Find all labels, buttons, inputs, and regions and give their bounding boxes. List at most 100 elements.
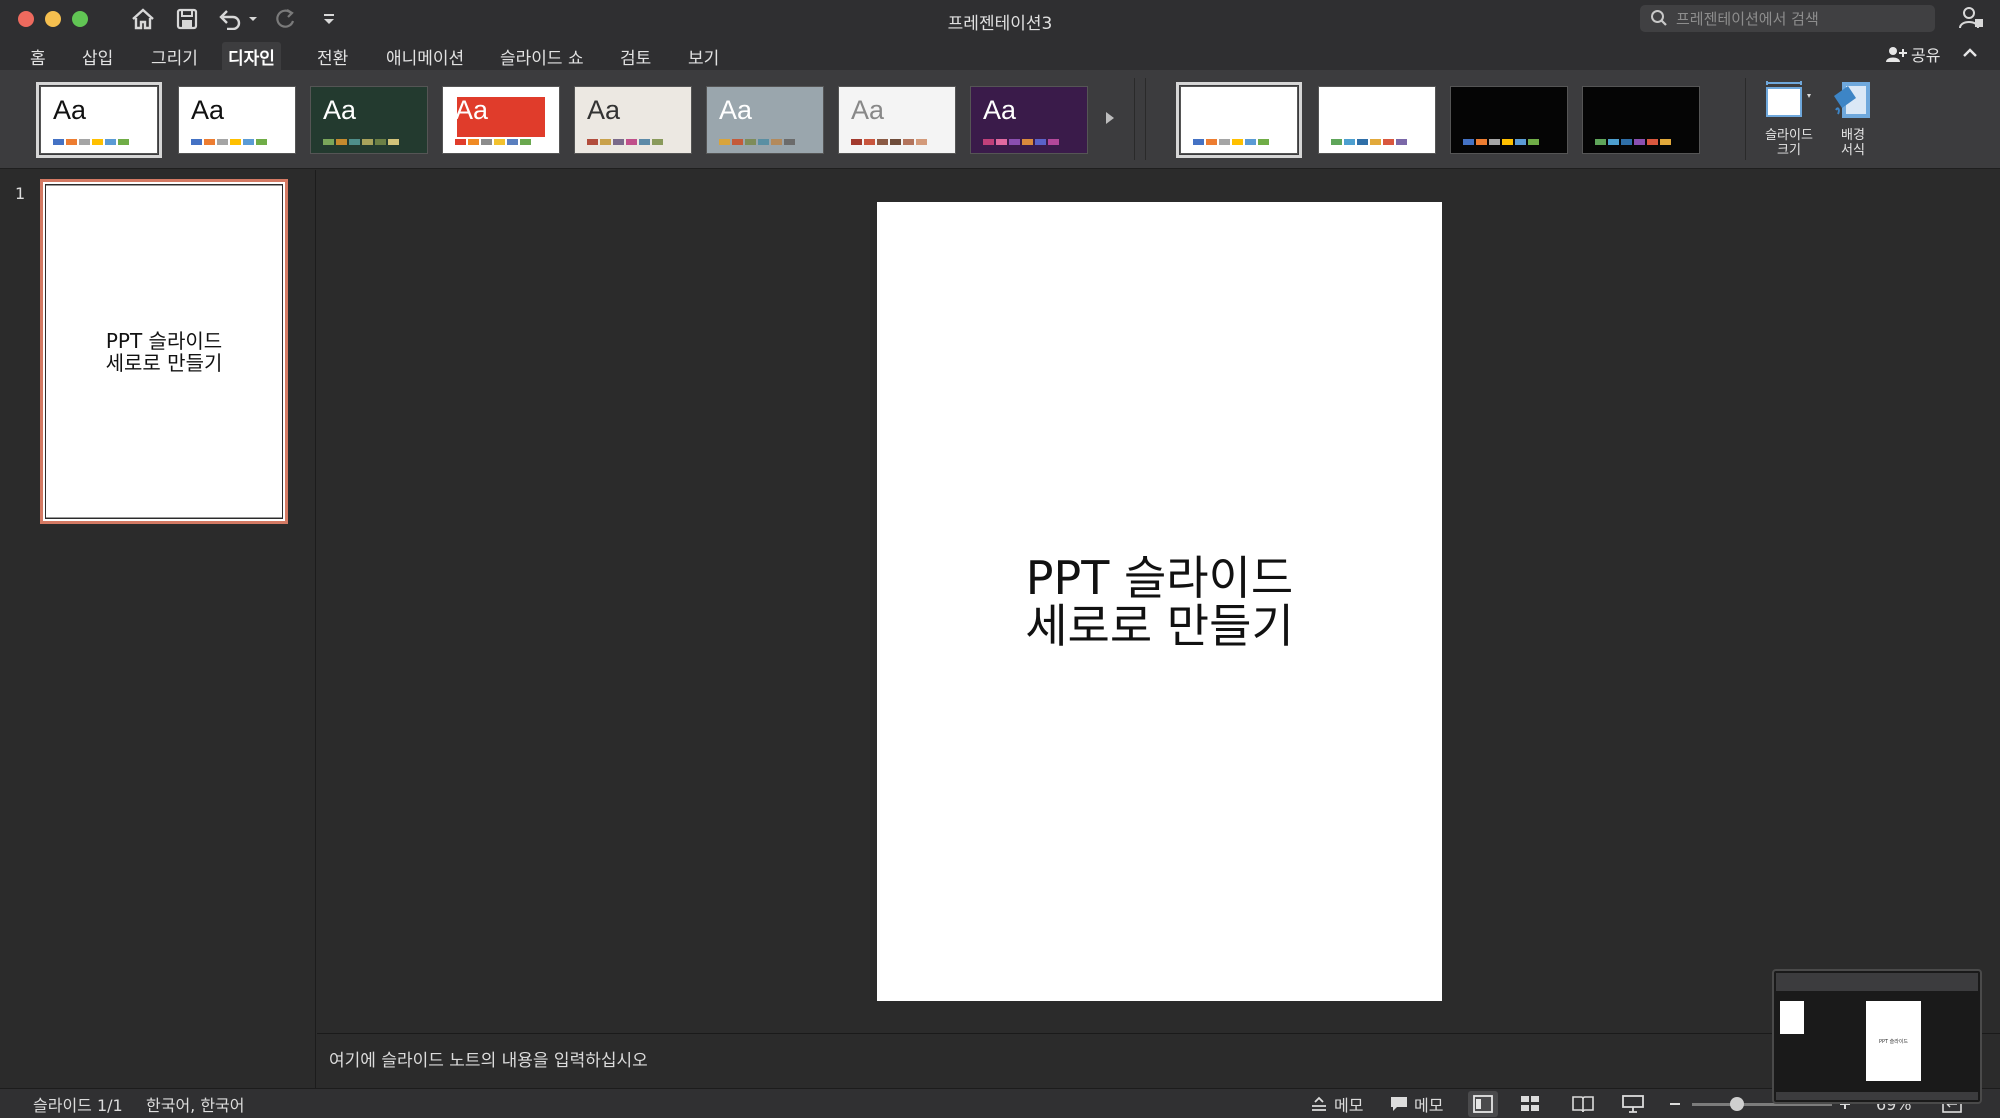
tab-animations[interactable]: 애니메이션 — [380, 42, 470, 70]
tab-transitions[interactable]: 전환 — [311, 42, 354, 70]
theme-color-swatches — [53, 139, 129, 145]
close-window-button[interactable] — [18, 11, 34, 27]
color-swatch — [92, 139, 103, 145]
thumb-text-line2: 세로로 만들기 — [105, 350, 223, 375]
slide-title-line1[interactable]: PPT 슬라이드 — [1026, 554, 1293, 602]
status-bar: 슬라이드 1/1 한국어, 한국어 메모 메모 69% — [0, 1088, 2000, 1118]
color-swatch — [587, 139, 598, 145]
slide-title-line2[interactable]: 세로로 만들기 — [1025, 602, 1294, 650]
share-label: 공유 — [1911, 46, 1941, 65]
color-swatch — [230, 139, 241, 145]
theme-color-swatches — [323, 139, 399, 145]
slide-position: 슬라이드 1/1 — [33, 1096, 123, 1115]
theme-color-swatches — [719, 139, 795, 145]
minimize-window-button[interactable] — [45, 11, 61, 27]
account-icon[interactable] — [1958, 5, 1984, 35]
theme-sample-text: Aa — [455, 95, 489, 125]
zoom-slider-handle[interactable] — [1730, 1097, 1744, 1111]
tab-insert[interactable]: 삽입 — [76, 42, 119, 70]
color-swatch — [1489, 139, 1500, 145]
home-icon[interactable] — [128, 4, 158, 34]
comments-toggle-button[interactable]: 메모 — [1390, 1093, 1443, 1115]
slide-number: 1 — [15, 184, 26, 203]
collapse-ribbon-icon[interactable] — [1962, 45, 1978, 64]
slide-sorter-button[interactable] — [1520, 1093, 1540, 1115]
share-button[interactable]: 공유 — [1885, 41, 1940, 67]
color-swatch — [916, 139, 927, 145]
search-placeholder: 프레젠테이션에서 검색 — [1676, 10, 1819, 28]
screenshot-preview-thumbnail[interactable]: PPT 슬라이드 — [1772, 969, 1982, 1104]
slide-canvas[interactable]: PPT 슬라이드 세로로 만들기 — [877, 202, 1442, 1001]
normal-view-icon — [1473, 1095, 1493, 1113]
preview-toolbar — [1776, 973, 1978, 991]
tab-review[interactable]: 검토 — [614, 42, 657, 70]
color-swatch — [719, 139, 730, 145]
customize-toolbar-icon[interactable] — [316, 4, 342, 34]
language-status[interactable]: 한국어, 한국어 — [146, 1093, 245, 1115]
color-swatch — [388, 139, 399, 145]
color-swatch — [1219, 139, 1230, 145]
color-swatch — [1009, 139, 1020, 145]
notes-toggle-button[interactable]: 메모 — [1310, 1093, 1363, 1115]
notes-pane[interactable]: 여기에 슬라이드 노트의 내용을 입력하십시오 — [317, 1033, 2000, 1088]
color-swatch — [1634, 139, 1645, 145]
color-swatch — [66, 139, 77, 145]
minus-icon — [1670, 1103, 1680, 1105]
gallery-more-icon[interactable] — [1104, 110, 1116, 130]
tab-slideshow[interactable]: 슬라이드 쇼 — [494, 42, 590, 70]
theme-color-swatches — [587, 139, 663, 145]
slide-size-button[interactable]: 슬라이드 크기 — [1758, 80, 1820, 166]
save-icon[interactable] — [172, 4, 202, 34]
slide-editing-area: PPT 슬라이드 세로로 만들기 — [317, 170, 2000, 1033]
ribbon-divider — [1745, 78, 1746, 160]
variant-option-4[interactable] — [1582, 86, 1700, 154]
format-background-label: 배경 서식 — [1841, 128, 1865, 158]
slide-thumbnail[interactable]: PPT 슬라이드 세로로 만들기 — [40, 179, 288, 524]
maximize-window-button[interactable] — [72, 11, 88, 27]
comment-icon — [1391, 1097, 1407, 1111]
slideshow-view-button[interactable] — [1622, 1093, 1644, 1115]
variant-option-1[interactable] — [1176, 82, 1302, 158]
color-swatch — [983, 139, 994, 145]
color-swatch — [256, 139, 267, 145]
theme-sample-text: Aa — [587, 95, 621, 125]
tab-draw[interactable]: 그리기 — [145, 42, 204, 70]
color-swatch — [864, 139, 875, 145]
color-swatch — [507, 139, 518, 145]
theme-option-8[interactable]: Aa — [970, 86, 1088, 154]
theme-color-swatches — [191, 139, 267, 145]
theme-option-6[interactable]: Aa — [706, 86, 824, 154]
tab-design[interactable]: 디자인 — [222, 42, 281, 70]
theme-option-7[interactable]: Aa — [838, 86, 956, 154]
theme-option-4[interactable]: Aa — [442, 86, 560, 154]
variant-color-swatches — [1193, 139, 1269, 145]
redo-icon[interactable] — [270, 4, 300, 34]
theme-option-2[interactable]: Aa — [178, 86, 296, 154]
color-swatch — [1370, 139, 1381, 145]
color-swatch — [1463, 139, 1474, 145]
color-swatch — [613, 139, 624, 145]
theme-option-5[interactable]: Aa — [574, 86, 692, 154]
variant-option-3[interactable] — [1450, 86, 1568, 154]
normal-view-button[interactable] — [1468, 1091, 1498, 1117]
theme-option-1[interactable]: Aa — [36, 82, 162, 158]
thumb-text-line1: PPT 슬라이드 — [105, 328, 223, 353]
zoom-out-button[interactable] — [1668, 1093, 1682, 1115]
undo-icon[interactable] — [216, 4, 260, 34]
slide-sorter-icon — [1521, 1096, 1539, 1111]
theme-option-3[interactable]: Aa — [310, 86, 428, 154]
color-swatch — [1357, 139, 1368, 145]
color-swatch — [191, 139, 202, 145]
search-input[interactable]: 프레젠테이션에서 검색 — [1640, 5, 1935, 32]
tab-view[interactable]: 보기 — [682, 42, 725, 70]
color-swatch — [1660, 139, 1671, 145]
reading-view-icon — [1572, 1096, 1594, 1113]
reading-view-button[interactable] — [1572, 1093, 1594, 1115]
color-swatch — [1245, 139, 1256, 145]
tab-home[interactable]: 홈 — [24, 42, 52, 70]
theme-sample-text: Aa — [719, 95, 753, 125]
color-swatch — [204, 139, 215, 145]
color-swatch — [784, 139, 795, 145]
variant-option-2[interactable] — [1318, 86, 1436, 154]
format-background-button[interactable]: 배경 서식 — [1822, 80, 1884, 166]
